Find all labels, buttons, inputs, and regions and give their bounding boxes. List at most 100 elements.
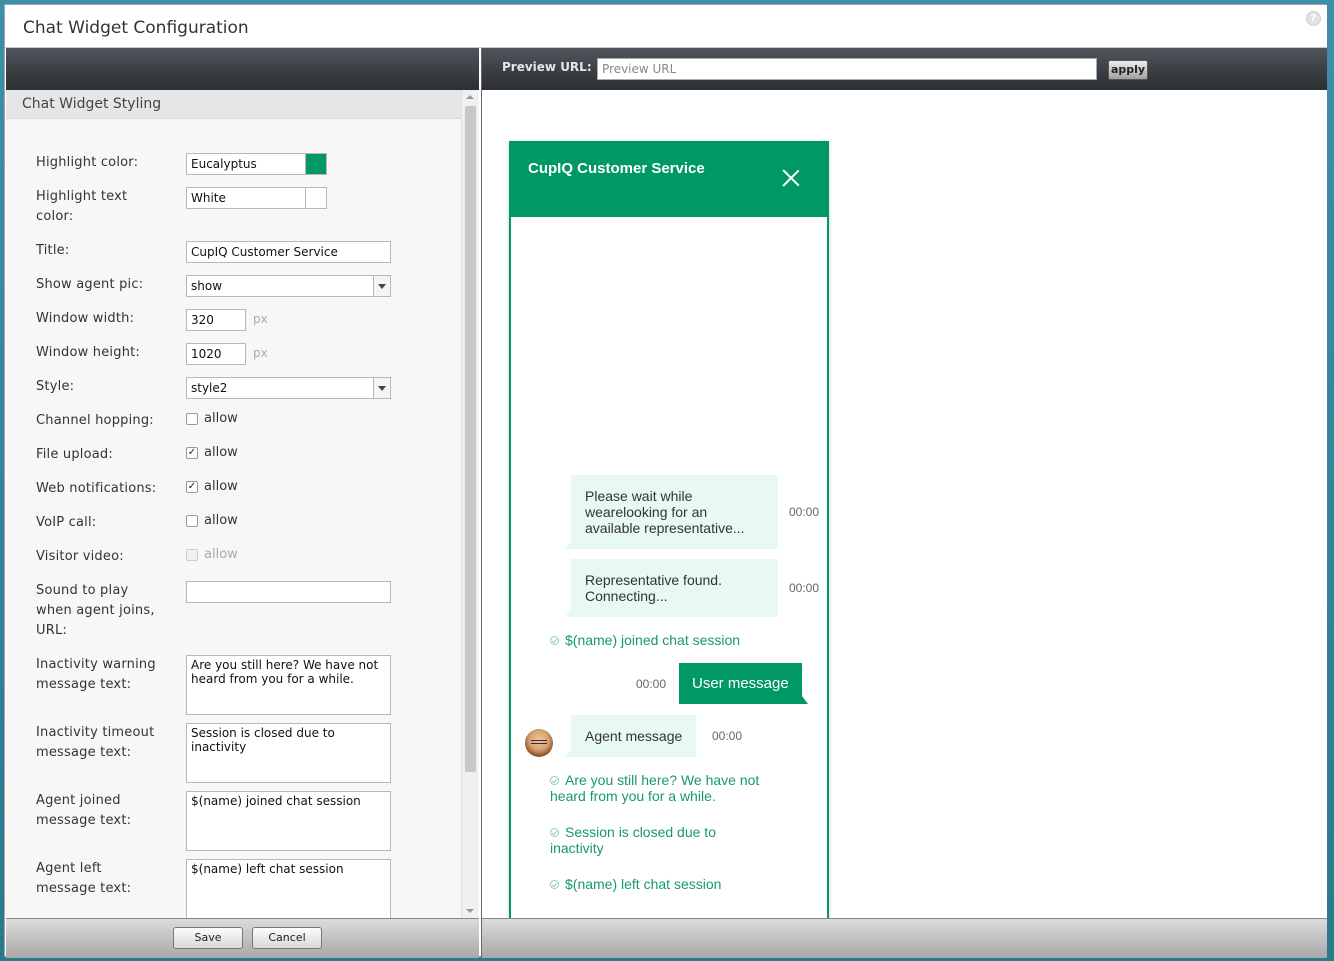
system-message-text: $(name) left chat session (565, 876, 722, 892)
preview-area: CupIQ Customer Service Please wait while… (482, 90, 1327, 918)
message-time: 00:00 (636, 677, 667, 691)
file-upload-label: File upload: (36, 447, 113, 462)
inactivity-warning-textarea[interactable]: Are you still here? We have not heard fr… (186, 655, 391, 715)
bot-message-text: Please wait while wearelooking for an av… (585, 488, 745, 536)
apply-button[interactable]: apply (1108, 60, 1148, 80)
scroll-down-icon[interactable] (466, 909, 474, 913)
channel-hopping-option: allow (204, 411, 238, 426)
system-message-text: Are you still here? We have not heard fr… (550, 772, 760, 804)
show-agent-pic-select[interactable]: show (186, 275, 391, 297)
row-show-agent-pic: Show agent pic: show (36, 275, 391, 297)
agent-left-textarea[interactable]: $(name) left chat session (186, 859, 391, 918)
row-window-height: Window height: 1020 px (36, 343, 268, 365)
agent-joined-label: Agent joined message text: (36, 793, 132, 828)
row-web-notifications: Web notifications: ✓ allow (36, 479, 238, 499)
channel-hopping-label: Channel hopping: (36, 413, 154, 428)
window-width-input[interactable]: 320 (186, 309, 246, 331)
styling-panel: Chat Widget Styling Highlight color: Euc… (6, 48, 479, 958)
styling-form: Chat Widget Styling Highlight color: Euc… (6, 90, 479, 918)
row-file-upload: File upload: ✓ allow (36, 445, 238, 465)
style-select[interactable]: style2 (186, 377, 391, 399)
file-upload-checkbox[interactable]: ✓ (186, 447, 198, 459)
help-icon[interactable]: ? (1306, 11, 1321, 26)
row-highlight-text-color: Highlight text color: White (36, 187, 327, 227)
highlight-text-color-input[interactable]: White (186, 187, 306, 209)
system-message: Session is closed due to inactivity (550, 824, 750, 856)
left-toolbar (6, 48, 479, 90)
system-message: Are you still here? We have not heard fr… (550, 772, 790, 804)
message-time: 00:00 (712, 729, 743, 743)
system-message: $(name) joined chat session (550, 632, 810, 648)
user-message-text: User message (692, 675, 789, 692)
left-footer: Save Cancel (6, 918, 479, 958)
row-inactivity-timeout: Inactivity timeout message text: Session… (36, 723, 391, 783)
highlight-color-label: Highlight color: (36, 155, 139, 170)
message-time: 00:00 (789, 505, 820, 519)
widget-title: CupIQ Customer Service (528, 160, 705, 177)
system-message-text: $(name) joined chat session (565, 632, 741, 648)
preview-url-label: Preview URL: (502, 60, 592, 74)
highlight-color-swatch[interactable] (305, 153, 327, 175)
highlight-color-input[interactable]: Eucalyptus (186, 153, 306, 175)
form-scrollbar[interactable] (461, 90, 478, 918)
row-sound-url: Sound to play when agent joins, URL: (36, 581, 391, 641)
inactivity-timeout-textarea[interactable]: Session is closed due to inactivity (186, 723, 391, 783)
config-window: Chat Widget Configuration ? Chat Widget … (4, 4, 1327, 958)
cancel-button[interactable]: Cancel (252, 927, 322, 949)
voip-call-label: VoIP call: (36, 515, 97, 530)
system-message-text: Session is closed due to inactivity (550, 824, 716, 856)
agent-message: Agent message (565, 715, 697, 757)
user-message: User message (679, 663, 808, 704)
show-agent-pic-value: show (191, 279, 223, 293)
check-circle-icon (550, 880, 559, 889)
close-icon[interactable] (782, 169, 800, 187)
visitor-video-checkbox (186, 549, 198, 561)
chevron-down-icon[interactable] (373, 276, 390, 296)
web-notifications-label: Web notifications: (36, 481, 157, 496)
preview-url-input[interactable]: Preview URL (597, 58, 1097, 80)
right-footer (482, 918, 1327, 958)
chevron-down-icon[interactable] (373, 378, 390, 398)
file-upload-option: allow (204, 445, 238, 460)
sound-url-label: Sound to play when agent joins, URL: (36, 583, 155, 638)
sound-url-input[interactable] (186, 581, 391, 603)
agent-message-text: Agent message (585, 728, 683, 744)
check-circle-icon (550, 776, 559, 785)
window-height-label: Window height: (36, 345, 141, 360)
bot-message: Representative found. Connecting... (565, 559, 778, 617)
window-height-unit: px (253, 346, 268, 360)
show-agent-pic-label: Show agent pic: (36, 277, 144, 292)
highlight-text-color-label: Highlight text color: (36, 189, 128, 224)
visitor-video-label: Visitor video: (36, 549, 124, 564)
section-title: Chat Widget Styling (22, 96, 162, 112)
row-window-width: Window width: 320 px (36, 309, 268, 331)
window-width-label: Window width: (36, 311, 135, 326)
section-header: Chat Widget Styling (6, 90, 461, 119)
chat-widget: CupIQ Customer Service Please wait while… (509, 141, 829, 918)
window-height-input[interactable]: 1020 (186, 343, 246, 365)
highlight-text-color-swatch[interactable] (305, 187, 327, 209)
bot-message: Please wait while wearelooking for an av… (565, 475, 778, 549)
scroll-up-icon[interactable] (466, 95, 474, 99)
style-label: Style: (36, 379, 75, 394)
window-width-unit: px (253, 312, 268, 326)
agent-left-label: Agent left message text: (36, 861, 132, 896)
title-label: Title: (36, 243, 70, 258)
voip-call-option: allow (204, 513, 238, 528)
row-agent-left: Agent left message text: $(name) left ch… (36, 859, 391, 918)
save-button[interactable]: Save (173, 927, 243, 949)
agent-joined-textarea[interactable]: $(name) joined chat session (186, 791, 391, 851)
scroll-thumb[interactable] (465, 106, 476, 772)
row-visitor-video: Visitor video: allow (36, 547, 238, 567)
title-input[interactable]: CupIQ Customer Service (186, 241, 391, 263)
widget-header: CupIQ Customer Service (511, 141, 827, 217)
preview-toolbar: Preview URL: Preview URL apply (482, 48, 1327, 90)
voip-call-checkbox[interactable] (186, 515, 198, 527)
web-notifications-checkbox[interactable]: ✓ (186, 481, 198, 493)
check-circle-icon (550, 828, 559, 837)
row-agent-joined: Agent joined message text: $(name) joine… (36, 791, 391, 851)
channel-hopping-checkbox[interactable] (186, 413, 198, 425)
visitor-video-option: allow (204, 547, 238, 562)
check-circle-icon (550, 636, 559, 645)
inactivity-timeout-label: Inactivity timeout message text: (36, 725, 155, 760)
